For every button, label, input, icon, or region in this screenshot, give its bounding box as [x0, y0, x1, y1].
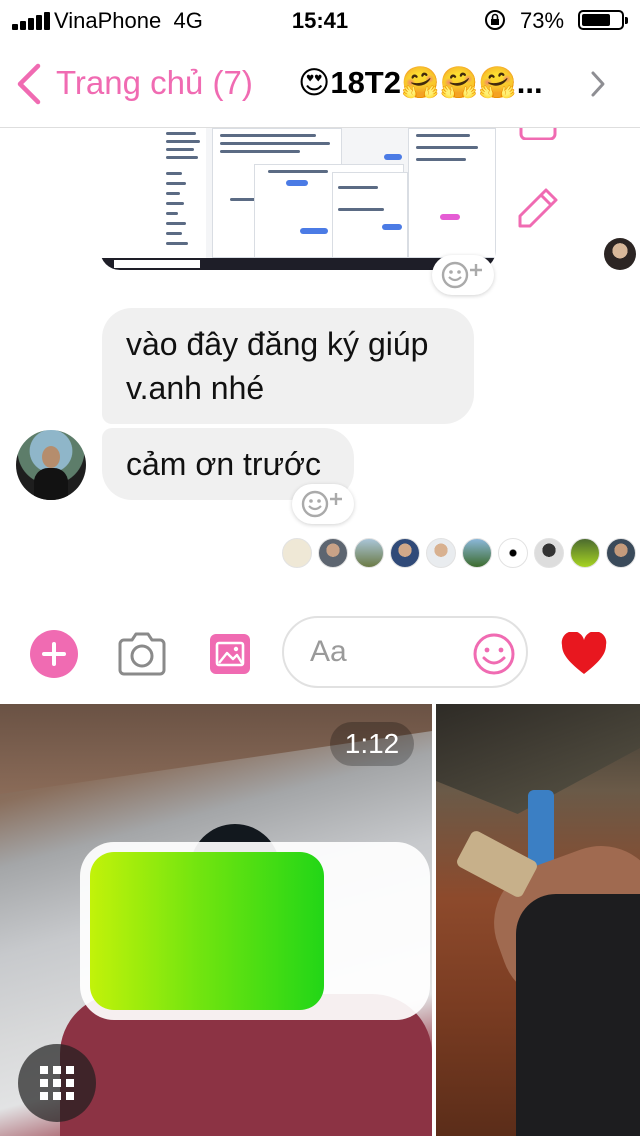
smiley-plus-icon: [301, 490, 342, 518]
image-icon[interactable]: [210, 634, 250, 674]
avatar[interactable]: [390, 538, 420, 568]
rotation-lock-icon: [485, 10, 505, 30]
smiley-icon[interactable]: [472, 632, 516, 676]
battery-percent: 73%: [520, 8, 565, 33]
camera-icon[interactable]: [116, 630, 168, 678]
avatar[interactable]: [318, 538, 348, 568]
message-text: v.anh nhé: [126, 370, 265, 406]
message-composer: [0, 606, 640, 702]
avatar[interactable]: [462, 538, 492, 568]
heart-icon[interactable]: [560, 632, 608, 676]
avatar[interactable]: [498, 538, 528, 568]
conversation-header: Trang chủ (7) 😍18T2🤗🤗🤗...: [0, 40, 640, 128]
seen-by-avatars: [0, 538, 640, 570]
battery-overlay-icon: [80, 842, 430, 1020]
title-ellipsis: ...: [516, 65, 543, 100]
shared-screenshot-image[interactable]: [100, 128, 496, 270]
photo-thumbnail[interactable]: [436, 704, 640, 1136]
add-button[interactable]: [30, 630, 78, 678]
message-text: vào đây đăng ký giúp: [126, 326, 429, 362]
avatar[interactable]: [604, 238, 636, 270]
video-duration-badge: 1:12: [330, 722, 414, 766]
avatar[interactable]: [426, 538, 456, 568]
grid-menu-button[interactable]: [18, 1044, 96, 1122]
grid-icon: [40, 1066, 74, 1100]
media-picker: 1:12: [0, 702, 640, 1136]
status-bar: VinaPhone 4G 15:41 73%: [0, 0, 640, 40]
chevron-right-icon[interactable]: [590, 70, 606, 98]
avatar[interactable]: [534, 538, 564, 568]
sender-avatar[interactable]: [16, 430, 86, 500]
conversation-title[interactable]: 😍18T2🤗🤗🤗...: [298, 64, 543, 101]
hugging-emoji-icon: 🤗🤗🤗: [401, 65, 517, 100]
avatar[interactable]: [354, 538, 384, 568]
avatar[interactable]: [282, 538, 312, 568]
message-bubble[interactable]: vào đây đăng ký giúp v.anh nhé: [102, 308, 474, 424]
group-name: 18T2: [330, 65, 401, 100]
pencil-icon[interactable]: [514, 184, 562, 232]
frame-edge-icon: [519, 128, 557, 140]
message-input[interactable]: [310, 630, 470, 674]
avatar[interactable]: [606, 538, 636, 568]
smiley-plus-icon: [441, 261, 482, 289]
message-text: cảm ơn trước: [126, 446, 321, 482]
react-button[interactable]: [292, 484, 354, 524]
react-button[interactable]: [432, 255, 494, 295]
back-chevron-icon[interactable]: [14, 62, 44, 106]
heart-eyes-emoji-icon: 😍: [298, 65, 331, 100]
battery-icon: [578, 10, 628, 30]
message-input-field[interactable]: [282, 616, 528, 688]
avatar[interactable]: [570, 538, 600, 568]
back-button[interactable]: Trang chủ (7): [56, 64, 253, 102]
